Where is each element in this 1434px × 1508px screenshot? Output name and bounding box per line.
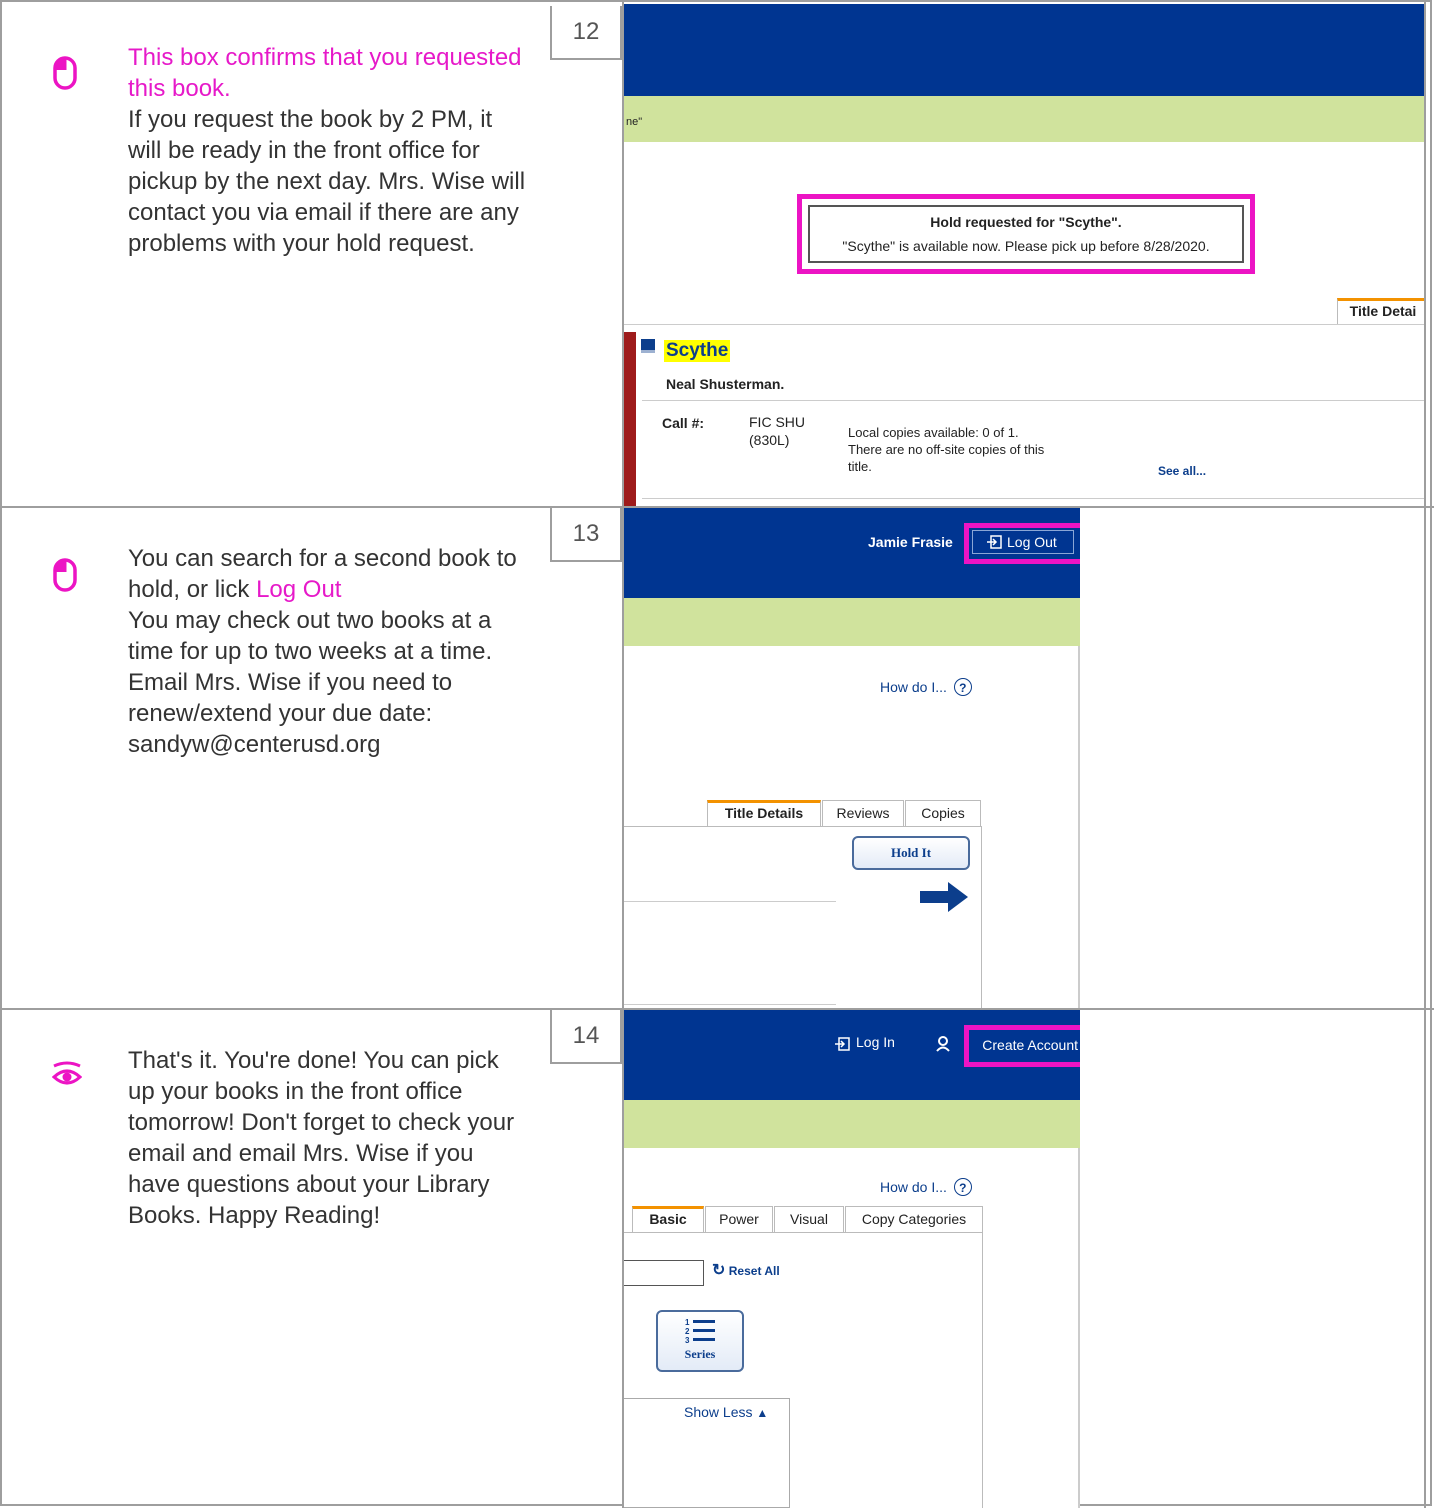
log-out-label: Log Out xyxy=(1007,534,1057,550)
instruction-highlight: This box confirms that you requested thi… xyxy=(128,44,522,102)
screenshot-log-out: Jamie Frasie Log Out How do I... ? Title… xyxy=(624,508,1080,1008)
log-out-button[interactable]: Log Out xyxy=(972,530,1074,554)
mouse-icon xyxy=(53,558,77,592)
divider xyxy=(624,324,1424,325)
instruction-text: That's it. You're done! You can pick up … xyxy=(128,1047,515,1229)
mouse-icon xyxy=(53,56,77,90)
call-number: FIC SHU xyxy=(749,414,805,430)
create-account-link[interactable]: Create Account xyxy=(968,1034,1078,1056)
help-link-label: How do I... xyxy=(880,679,947,695)
breadcrumb-bar xyxy=(624,598,1080,646)
book-cover xyxy=(624,332,636,506)
log-out-icon xyxy=(987,535,1002,549)
divider xyxy=(624,1004,836,1005)
site-header xyxy=(624,4,1424,96)
tab-visual[interactable]: Visual xyxy=(774,1206,844,1232)
log-in-label: Log In xyxy=(856,1034,895,1050)
tab-title-details[interactable]: Title Details xyxy=(707,800,821,826)
divider xyxy=(642,400,1424,401)
alert-message: "Scythe" is available now. Please pick u… xyxy=(842,238,1210,254)
screenshot-hold-confirmation: ne" Hold requested for "Scythe". "Scythe… xyxy=(624,2,1424,506)
instruction-text: You may check out two books at a time fo… xyxy=(128,607,493,758)
availability: title. xyxy=(848,459,872,474)
svg-text:2: 2 xyxy=(685,1327,690,1336)
help-icon: ? xyxy=(953,678,972,696)
tab-power[interactable]: Power xyxy=(705,1206,773,1232)
svg-text:1: 1 xyxy=(685,1318,690,1327)
step-instructions: This box confirms that you requested thi… xyxy=(128,42,528,259)
show-less-link[interactable]: Show Less ▲ xyxy=(684,1404,768,1420)
instruction-text: If you request the book by 2 PM, it will… xyxy=(128,106,526,257)
help-link[interactable]: How do I... ? xyxy=(880,678,972,696)
user-name: Jamie Frasie xyxy=(868,534,953,550)
instruction-text: You can search for a second book to hold… xyxy=(128,543,528,605)
hold-it-button[interactable]: Hold It xyxy=(852,836,970,870)
tab-copy-categories[interactable]: Copy Categories xyxy=(845,1206,983,1232)
reset-all-button[interactable]: ↻ Reset All xyxy=(712,1262,780,1279)
divider xyxy=(982,1232,983,1508)
call-number-label: Call #: xyxy=(662,415,705,431)
help-link[interactable]: How do I... ? xyxy=(880,1178,972,1196)
series-button[interactable]: 1 2 3 Series xyxy=(656,1310,744,1372)
search-input[interactable] xyxy=(624,1260,704,1286)
divider xyxy=(981,826,982,1008)
reset-all-label: Reset All xyxy=(728,1264,780,1278)
step-instructions: That's it. You're done! You can pick up … xyxy=(128,1045,528,1231)
book-author: Neal Shusterman. xyxy=(666,376,785,392)
divider xyxy=(624,826,981,827)
hold-alert: Hold requested for "Scythe". "Scythe" is… xyxy=(808,205,1244,263)
availability: There are no off-site copies of this xyxy=(848,442,1045,457)
svg-text:3: 3 xyxy=(685,1336,690,1345)
tab-copies[interactable]: Copies xyxy=(905,800,981,826)
caret-up-icon: ▲ xyxy=(756,1406,769,1420)
breadcrumb-bar: ne" xyxy=(624,96,1424,142)
numbered-list-icon: 1 2 3 xyxy=(685,1318,715,1345)
user-icon xyxy=(936,1036,950,1052)
show-less-label: Show Less xyxy=(684,1404,753,1420)
series-label: Series xyxy=(684,1347,716,1361)
tab-title-details[interactable]: Title Detai xyxy=(1337,298,1424,324)
step-number: 13 xyxy=(550,508,622,562)
eye-icon xyxy=(52,1061,82,1085)
step-number: 12 xyxy=(550,6,622,60)
step-instructions: You can search for a second book to hold… xyxy=(128,543,528,760)
see-all-link[interactable]: See all... xyxy=(1158,464,1206,478)
tab-reviews[interactable]: Reviews xyxy=(822,800,904,826)
arrow-right-icon xyxy=(920,882,968,912)
divider xyxy=(624,1232,983,1233)
breadcrumb: ne" xyxy=(626,116,643,128)
refresh-icon: ↻ xyxy=(712,1262,726,1279)
book-icon xyxy=(641,339,655,353)
divider xyxy=(1078,646,1080,1008)
divider xyxy=(642,498,1424,499)
screenshot-logged-out: Log In Create Account How do I... ? Basi… xyxy=(624,1010,1080,1508)
breadcrumb-bar xyxy=(624,1100,1080,1148)
column-divider xyxy=(1424,0,1426,1508)
call-number-lexile: (830L) xyxy=(749,432,790,448)
instruction-highlight: Log Out xyxy=(256,576,342,603)
divider xyxy=(1078,1148,1080,1508)
log-in-icon xyxy=(835,1037,850,1051)
step-number: 14 xyxy=(550,1010,622,1064)
help-icon: ? xyxy=(953,1178,972,1196)
tab-basic[interactable]: Basic xyxy=(632,1206,704,1232)
alert-title: Hold requested for "Scythe". xyxy=(930,214,1122,230)
availability: Local copies available: 0 of 1. xyxy=(848,425,1019,440)
divider xyxy=(624,901,836,902)
book-title-link[interactable]: Scythe xyxy=(664,340,731,362)
help-link-label: How do I... xyxy=(880,1179,947,1195)
